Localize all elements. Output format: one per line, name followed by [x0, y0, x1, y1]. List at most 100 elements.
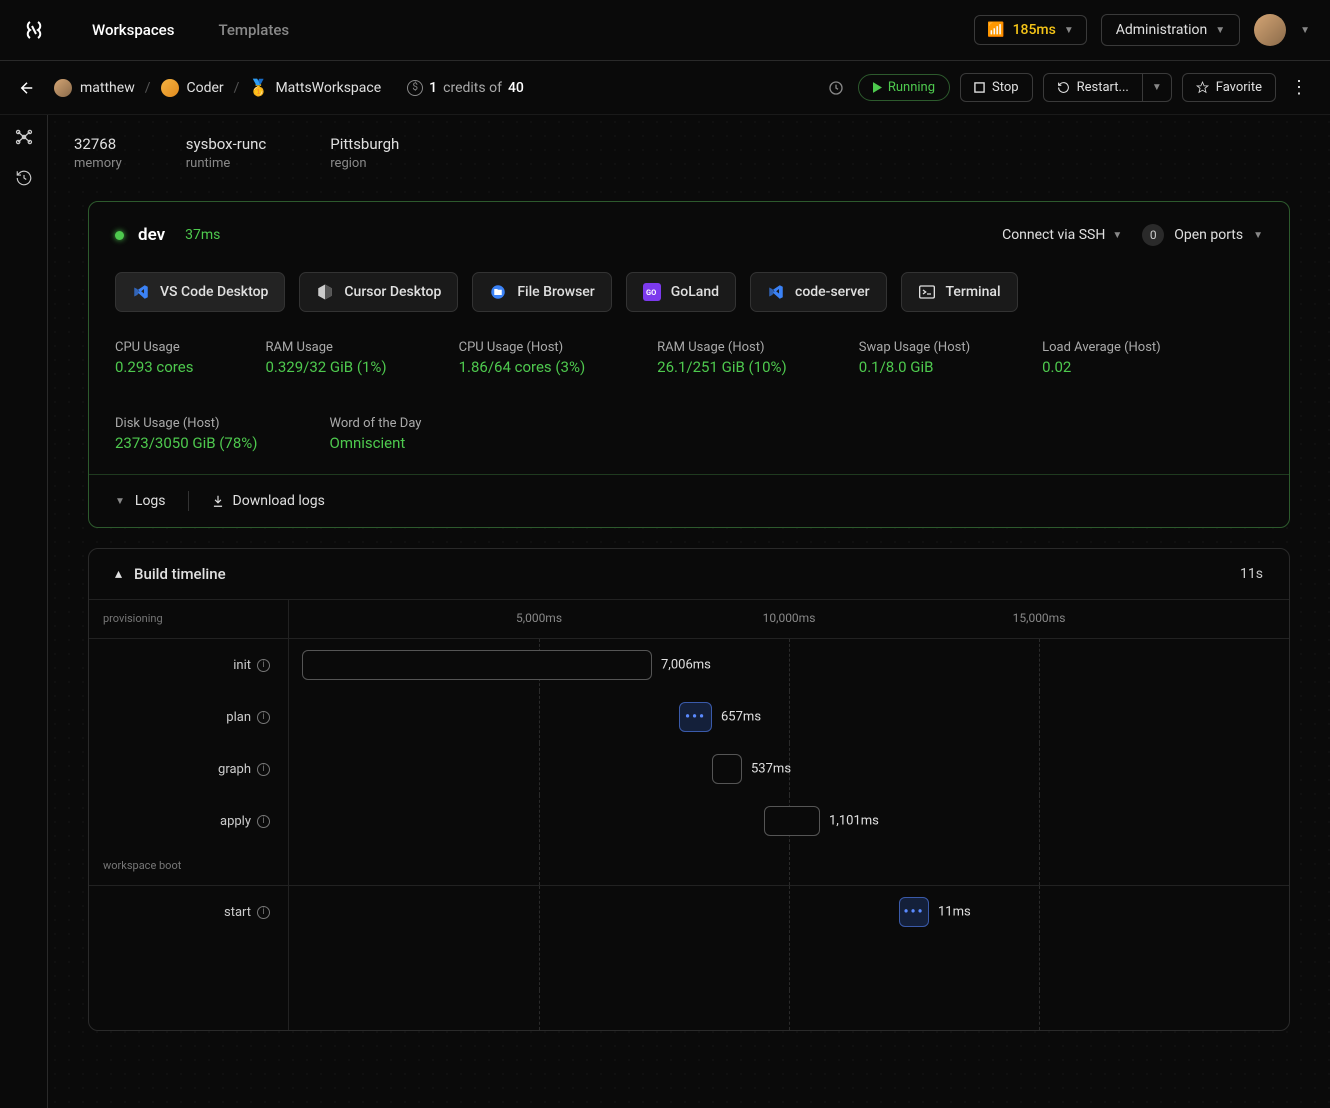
metric-item: Word of the DayOmniscient — [330, 416, 422, 452]
spec-item: 32768 memory — [74, 135, 122, 171]
logs-toggle[interactable]: ▼ Logs — [115, 493, 166, 509]
timeline-bar[interactable]: 537ms — [712, 754, 742, 784]
dev-card: dev 37ms Connect via SSH ▼ 0 Open ports … — [88, 201, 1290, 528]
app-label: VS Code Desktop — [160, 284, 268, 300]
timeline-row-chart: ••• 11ms — [289, 886, 1289, 938]
latency-value: 185ms — [1013, 22, 1056, 38]
clock-icon[interactable] — [828, 80, 844, 96]
stop-button[interactable]: Stop — [960, 73, 1033, 102]
breadcrumb-workspace[interactable]: 🥇 MattsWorkspace — [249, 79, 381, 97]
breadcrumb-separator: / — [234, 80, 240, 96]
spec-item: Pittsburghregion — [330, 135, 399, 171]
timeline-row-label: graph i — [89, 743, 289, 795]
terminal-icon — [918, 283, 936, 301]
administration-button[interactable]: Administration ▼ — [1101, 14, 1240, 46]
timeline-bar[interactable]: 1,101ms — [764, 806, 820, 836]
metric-item: RAM Usage (Host) 26.1/251 GiB (10%) — [657, 340, 787, 376]
metric-item: Disk Usage (Host)2373/3050 GiB (78%) — [115, 416, 258, 452]
timeline-section-header: workspace boot — [89, 847, 1289, 886]
metric-value: 0.02 — [1042, 358, 1161, 376]
more-menu[interactable]: ⋮ — [1286, 77, 1312, 98]
timeline-bar[interactable]: ••• 657ms — [679, 702, 712, 732]
info-icon[interactable]: i — [257, 659, 270, 672]
info-icon[interactable]: i — [257, 711, 270, 724]
info-icon[interactable]: i — [257, 815, 270, 828]
credits-total: 40 — [508, 80, 524, 96]
breadcrumb-org-label: Coder — [187, 80, 224, 96]
chevron-down-icon: ▼ — [115, 496, 125, 507]
metric-value: Omniscient — [330, 434, 422, 452]
graph-icon[interactable] — [14, 127, 34, 147]
metric-value: 26.1/251 GiB (10%) — [657, 358, 787, 376]
vscode-icon — [767, 283, 785, 301]
app-button-vscode[interactable]: code-server — [750, 272, 886, 312]
spec-value: Pittsburgh — [330, 135, 399, 153]
separator — [188, 491, 189, 511]
app-buttons: VS Code Desktop Cursor Desktop File Browse… — [89, 264, 1289, 334]
metric-item: CPU Usage (Host)1.86/64 cores (3%) — [459, 340, 586, 376]
timeline-bar[interactable]: ••• 11ms — [899, 897, 929, 927]
open-ports-button[interactable]: 0 Open ports ▼ — [1142, 224, 1263, 246]
timeline-duration: 1,101ms — [829, 814, 879, 829]
metric-label: RAM Usage — [265, 340, 386, 355]
restart-label: Restart... — [1077, 80, 1129, 95]
timeline-row: init i 7,006ms — [89, 639, 1289, 691]
metric-label: Load Average (Host) — [1042, 340, 1161, 355]
back-button[interactable] — [18, 79, 36, 97]
credits-mid: credits of — [443, 80, 502, 96]
breadcrumb-workspace-label: MattsWorkspace — [275, 80, 381, 96]
breadcrumb-separator: / — [145, 80, 151, 96]
user-avatar[interactable] — [1254, 14, 1286, 46]
timeline-row-chart: 7,006ms — [289, 639, 1289, 691]
timeline-row: graph i 537ms — [89, 743, 1289, 795]
app-button-goland[interactable]: GO GoLand — [626, 272, 736, 312]
timeline-tick: 5,000ms — [516, 611, 562, 625]
metric-label: RAM Usage (Host) — [657, 340, 787, 355]
metric-value: 0.293 cores — [115, 358, 193, 376]
app-button-terminal[interactable]: Terminal — [901, 272, 1018, 312]
metric-label: CPU Usage — [115, 340, 193, 355]
download-logs-button[interactable]: Download logs — [211, 493, 325, 509]
stop-label: Stop — [992, 80, 1019, 95]
timeline-row-label: start i — [89, 886, 289, 938]
status-label: Running — [888, 80, 935, 95]
restart-dropdown[interactable]: ▼ — [1143, 73, 1172, 102]
info-icon[interactable]: i — [257, 906, 270, 919]
spec-value: sysbox-runc — [186, 135, 266, 153]
credits-used: 1 — [429, 80, 437, 96]
timeline-row: apply i 1,101ms — [89, 795, 1289, 847]
timeline-bar[interactable]: 7,006ms — [302, 650, 652, 680]
restart-button[interactable]: Restart... — [1043, 73, 1143, 102]
timeline-row-label: apply i — [89, 795, 289, 847]
connect-ssh-button[interactable]: Connect via SSH ▼ — [1002, 227, 1122, 243]
timeline-total: 11s — [1240, 566, 1263, 582]
spec-label: runtime — [186, 156, 266, 171]
history-icon[interactable] — [15, 169, 33, 187]
spec-item: sysbox-runc runtime — [186, 135, 266, 171]
goland-icon: GO — [643, 283, 661, 301]
left-rail — [0, 115, 48, 1108]
nav-templates[interactable]: Templates — [218, 21, 289, 39]
app-label: GoLand — [671, 284, 719, 300]
breadcrumb-user-label: matthew — [80, 80, 135, 96]
timeline-toggle[interactable]: ▴ Build timeline — [115, 565, 226, 583]
spec-value: 32768 — [74, 135, 122, 153]
logo-icon[interactable] — [20, 16, 48, 44]
breadcrumb-user[interactable]: matthew — [54, 79, 135, 97]
app-button-cursor[interactable]: Cursor Desktop — [299, 272, 458, 312]
app-button-vscode[interactable]: VS Code Desktop — [115, 272, 285, 312]
credits-icon: $ — [407, 80, 423, 96]
nav-workspaces[interactable]: Workspaces — [92, 21, 174, 39]
timeline-row — [89, 990, 1289, 1030]
latency-pill[interactable]: 📶 185ms ▼ — [974, 15, 1087, 45]
favorite-button[interactable]: Favorite — [1182, 73, 1276, 102]
info-icon[interactable]: i — [257, 763, 270, 776]
timeline-section-label: provisioning — [89, 600, 289, 638]
spec-label: memory — [74, 156, 122, 171]
chevron-down-icon: ▼ — [1064, 25, 1074, 36]
chevron-down-icon[interactable]: ▼ — [1300, 25, 1310, 36]
breadcrumb-org[interactable]: Coder — [161, 79, 224, 97]
ssh-label: Connect via SSH — [1002, 227, 1105, 243]
app-button-filebrowser[interactable]: File Browser — [472, 272, 611, 312]
timeline-section-label: workspace boot — [89, 847, 289, 885]
